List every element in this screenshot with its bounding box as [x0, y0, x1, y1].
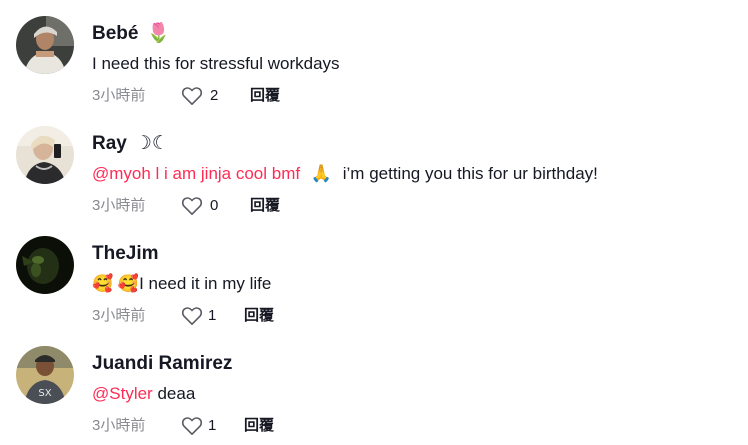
like-count: 2	[210, 87, 219, 104]
comment-time: 3小時前	[92, 417, 146, 434]
comment-time: 3小時前	[92, 197, 146, 214]
username[interactable]: Ray ☽☾	[92, 133, 169, 155]
mention-link[interactable]: @myoh l i am jinja cool bmf	[92, 164, 300, 183]
heart-outline-icon[interactable]	[181, 306, 203, 326]
reply-button[interactable]: 回覆	[244, 305, 274, 327]
username-emoji: ☽☾	[134, 133, 169, 154]
avatar[interactable]	[16, 126, 74, 184]
like-count: 0	[210, 197, 219, 214]
comment-time: 3小時前	[92, 307, 146, 324]
username-text: Juandi Ramirez	[92, 353, 233, 374]
comment-body: i’m getting you this for ur birthday!	[342, 164, 598, 183]
username-text: Bebé	[92, 23, 139, 44]
username[interactable]: Bebé 🌷	[92, 23, 170, 45]
reply-button[interactable]: 回覆	[250, 195, 280, 217]
mention-emoji: 🙏	[310, 164, 333, 183]
comment-body: I need this for stressful workdays	[92, 54, 340, 73]
mention-link[interactable]: @Styler	[92, 384, 153, 403]
text-emoji: 🥰 🥰	[92, 274, 140, 293]
reply-button[interactable]: 回覆	[244, 415, 274, 437]
username[interactable]: Juandi Ramirez	[92, 353, 232, 375]
comment-text: I need this for stressful workdays	[92, 53, 340, 75]
svg-text:SX: SX	[38, 388, 51, 399]
like-count: 1	[208, 417, 217, 434]
heart-outline-icon[interactable]	[181, 196, 203, 216]
like-count: 1	[208, 307, 217, 324]
heart-outline-icon[interactable]	[181, 416, 203, 436]
username[interactable]: TheJim	[92, 243, 159, 265]
reply-button[interactable]: 回覆	[250, 85, 280, 107]
comment-text: @Styler deaa	[92, 383, 195, 405]
comment-body: I need it in my life	[139, 274, 272, 293]
username-text: Ray	[92, 133, 127, 154]
comment-text: @myoh l i am jinja cool bmf 🙏 i’m gettin…	[92, 163, 598, 185]
username-text: TheJim	[92, 243, 159, 264]
comment-body: deaa	[157, 384, 196, 403]
avatar[interactable]	[16, 16, 74, 74]
avatar[interactable]	[16, 236, 74, 294]
username-emoji: 🌷	[146, 23, 171, 44]
comment-text: 🥰 🥰I need it in my life	[92, 273, 271, 295]
heart-outline-icon[interactable]	[181, 86, 203, 106]
comment-time: 3小時前	[92, 87, 146, 104]
avatar[interactable]: SX	[16, 346, 74, 404]
